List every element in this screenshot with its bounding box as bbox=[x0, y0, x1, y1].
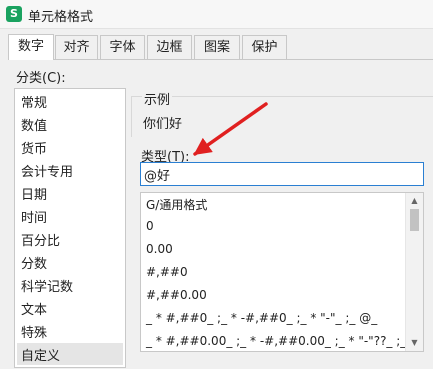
category-item-scientific[interactable]: 科学记数 bbox=[21, 276, 73, 295]
category-item-fraction[interactable]: 分数 bbox=[21, 253, 47, 272]
format-item[interactable]: #,##0 bbox=[146, 265, 188, 279]
format-item[interactable]: #,##0.00 bbox=[146, 288, 207, 302]
category-item-text[interactable]: 文本 bbox=[21, 299, 47, 318]
tab-divider bbox=[8, 59, 433, 60]
dialog-title: 单元格格式 bbox=[28, 10, 94, 25]
tab-protection[interactable]: 保护 bbox=[242, 35, 287, 59]
category-item-special[interactable]: 特殊 bbox=[21, 322, 47, 341]
category-item-number[interactable]: 数值 bbox=[21, 115, 47, 134]
category-item-date[interactable]: 日期 bbox=[21, 184, 47, 203]
category-item-currency[interactable]: 货币 bbox=[21, 138, 47, 157]
category-item-time[interactable]: 时间 bbox=[21, 207, 47, 226]
category-label: 分类(C): bbox=[16, 71, 66, 86]
format-item[interactable]: G/通用格式 bbox=[146, 196, 207, 213]
title-bar: S 单元格格式 bbox=[0, 0, 433, 29]
tab-pattern[interactable]: 图案 bbox=[194, 35, 240, 59]
type-input[interactable] bbox=[140, 162, 424, 186]
app-icon: S bbox=[6, 6, 22, 22]
category-list[interactable]: 常规 数值 货币 会计专用 日期 时间 百分比 分数 科学记数 文本 特殊 自定… bbox=[14, 88, 126, 368]
scroll-thumb[interactable] bbox=[410, 209, 419, 231]
format-item[interactable]: 0 bbox=[146, 219, 154, 233]
tab-alignment[interactable]: 对齐 bbox=[55, 35, 98, 59]
format-item[interactable]: _ * #,##0.00_ ;_ * -#,##0.00_ ;_ * "-"??… bbox=[146, 334, 423, 348]
sample-label: 示例 bbox=[142, 89, 173, 108]
format-list[interactable]: G/通用格式 0 0.00 #,##0 #,##0.00 _ * #,##0_ … bbox=[140, 192, 424, 352]
category-item-custom[interactable]: 自定义 bbox=[21, 345, 60, 364]
format-list-scrollbar[interactable]: ▲ ▼ bbox=[405, 193, 423, 351]
category-item-accounting[interactable]: 会计专用 bbox=[21, 161, 73, 180]
category-item-percentage[interactable]: 百分比 bbox=[21, 230, 60, 249]
tab-border[interactable]: 边框 bbox=[147, 35, 192, 59]
scroll-up-icon[interactable]: ▲ bbox=[406, 194, 423, 208]
format-item[interactable]: 0.00 bbox=[146, 242, 173, 256]
sample-preview: 你们好 bbox=[143, 117, 183, 132]
format-item[interactable]: _ * #,##0_ ;_ * -#,##0_ ;_ * "-"_ ;_ @_ bbox=[146, 311, 377, 325]
category-item-general[interactable]: 常规 bbox=[21, 92, 47, 111]
scroll-down-icon[interactable]: ▼ bbox=[406, 336, 423, 350]
tab-number[interactable]: 数字 bbox=[8, 34, 54, 60]
tab-font[interactable]: 字体 bbox=[100, 35, 145, 59]
